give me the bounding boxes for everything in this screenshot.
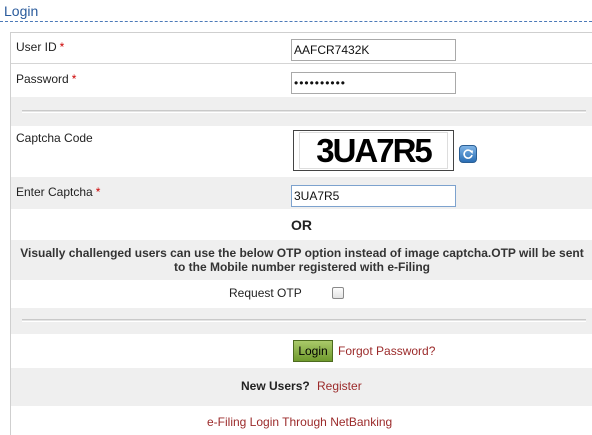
password-label: Password * [16, 72, 76, 86]
netbanking-login-link[interactable]: e-Filing Login Through NetBanking [207, 415, 392, 429]
user-id-label: User ID * [16, 40, 64, 54]
password-label-text: Password [16, 72, 69, 86]
or-divider-text: OR [291, 217, 312, 233]
required-marker: * [71, 72, 77, 86]
required-marker: * [59, 40, 65, 54]
otp-notice: Visually challenged users can use the be… [20, 246, 584, 274]
enter-captcha-input[interactable]: 3UA7R5 [291, 185, 456, 207]
enter-captcha-label-text: Enter Captcha [16, 185, 93, 199]
required-marker: * [95, 185, 101, 199]
password-input[interactable]: •••••••••• [291, 72, 456, 94]
title-divider [0, 21, 592, 22]
captcha-label: Captcha Code [16, 131, 93, 145]
new-users-label: New Users? [241, 379, 310, 393]
user-id-label-text: User ID [16, 40, 57, 54]
separator-line [22, 110, 586, 113]
captcha-text: 3UA7R5 [299, 132, 448, 169]
captcha-image: 3UA7R5 [293, 130, 454, 171]
page-title: Login [4, 3, 39, 19]
refresh-icon[interactable] [459, 145, 477, 163]
user-id-input[interactable]: AAFCR7432K [291, 39, 456, 61]
request-otp-label: Request OTP [229, 286, 302, 300]
request-otp-checkbox[interactable] [332, 287, 344, 299]
refresh-arrow-icon [463, 149, 473, 159]
separator-line [22, 319, 586, 322]
register-link[interactable]: Register [317, 379, 362, 393]
enter-captcha-label: Enter Captcha * [16, 185, 100, 199]
login-button[interactable]: Login [293, 340, 333, 362]
forgot-password-link[interactable]: Forgot Password? [338, 344, 435, 358]
